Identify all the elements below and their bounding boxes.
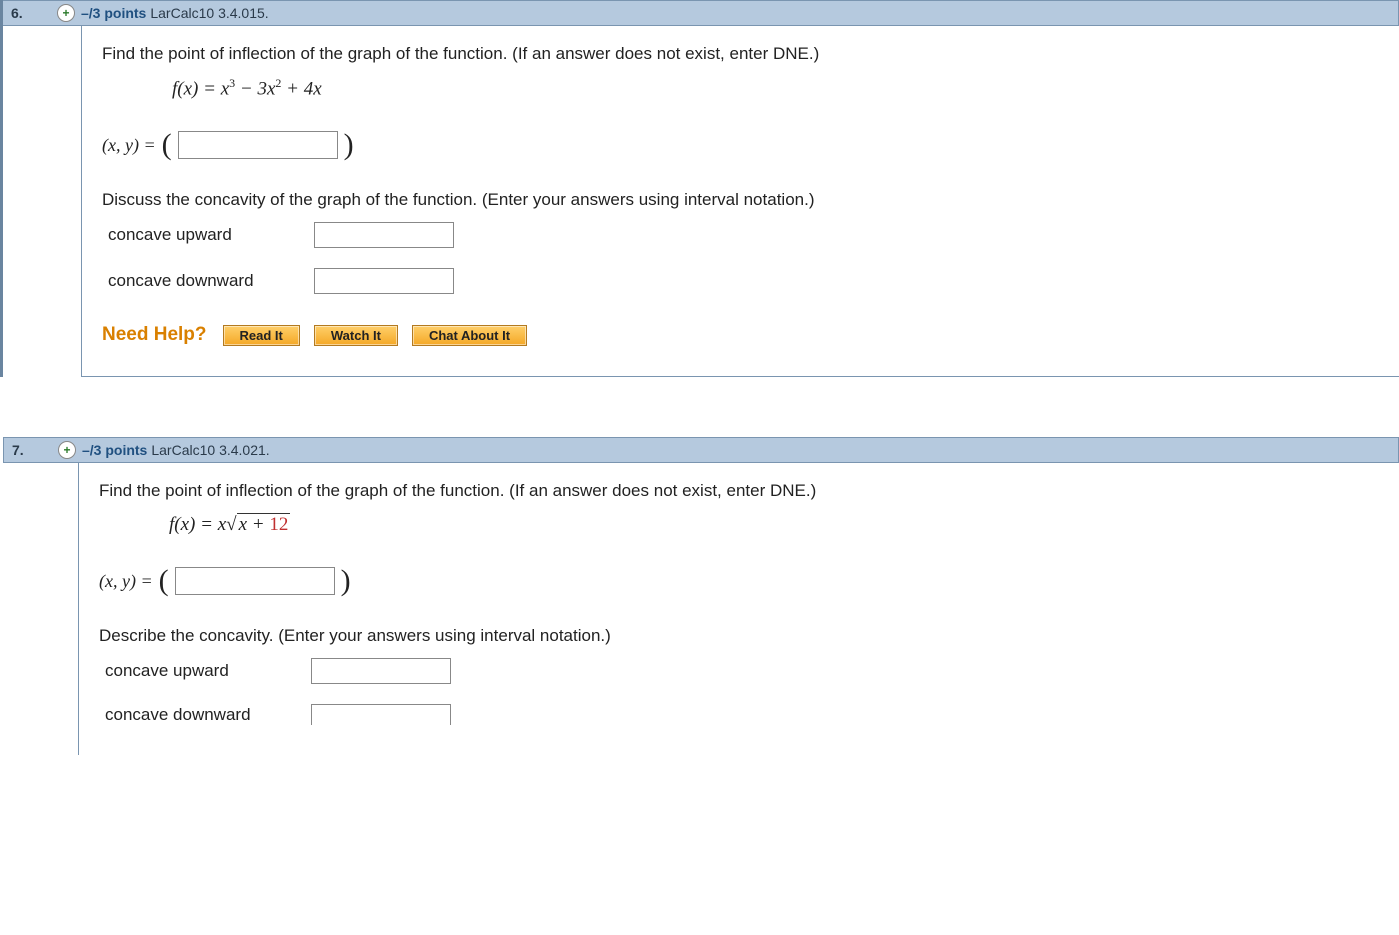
discuss-text: Describe the concavity. (Enter your answ… [99,626,1379,646]
chat-about-it-button[interactable]: Chat About It [412,325,527,346]
help-bar: Need Help? Read It Watch It Chat About I… [102,324,1379,346]
concave-up-row: concave upward [99,658,1379,684]
instruction-text: Find the point of inflection of the grap… [99,481,1379,501]
formula-part: − 3x [235,78,275,99]
watch-it-button[interactable]: Watch It [314,325,398,346]
question-number: 6. [11,5,57,21]
open-paren: ( [162,128,172,162]
formula: f(x) = x√x + 12 [169,513,1379,536]
instruction-text: Find the point of inflection of the grap… [102,44,1379,64]
read-it-button[interactable]: Read It [223,325,300,346]
formula-part: f(x) = x [169,514,226,535]
points-label: –/3 points [82,442,147,458]
concave-down-input[interactable] [311,704,451,725]
concave-down-row: concave downward [102,268,1379,294]
sqrt-constant: 12 [269,514,288,535]
answer-line: (x, y) = ( ) [102,128,1379,162]
answer-line: (x, y) = ( ) [99,564,1379,598]
concave-up-input[interactable] [314,222,454,248]
concave-up-row: concave upward [102,222,1379,248]
question-header[interactable]: 7. + –/3 points LarCalc10 3.4.021. [3,437,1399,463]
inflection-input[interactable] [175,567,335,595]
question-body: Find the point of inflection of the grap… [81,26,1399,377]
help-label: Need Help? [102,324,207,346]
concave-up-label: concave upward [99,661,305,681]
question-header[interactable]: 6. + –/3 points LarCalc10 3.4.015. [3,0,1399,26]
concave-down-label: concave downward [102,271,308,291]
inflection-input[interactable] [178,131,338,159]
close-paren: ) [344,128,354,162]
concave-up-input[interactable] [311,658,451,684]
question-ref: LarCalc10 3.4.015. [150,5,268,21]
expand-icon[interactable]: + [58,441,76,459]
expand-icon[interactable]: + [57,4,75,22]
concave-down-input[interactable] [314,268,454,294]
concave-down-label: concave downward [99,705,305,725]
question-ref: LarCalc10 3.4.021. [151,442,269,458]
formula-part: + 4x [281,78,321,99]
sqrt-inner: x + [239,514,270,535]
concave-up-label: concave upward [102,225,308,245]
discuss-text: Discuss the concavity of the graph of th… [102,190,1379,210]
answer-label: (x, y) = [99,571,153,592]
question-6: 6. + –/3 points LarCalc10 3.4.015. Find … [0,0,1399,377]
question-number: 7. [12,442,58,458]
formula-part: f(x) = x [172,78,229,99]
answer-label: (x, y) = [102,135,156,156]
concavity-block: concave upward concave downward [102,222,1379,294]
question-body: Find the point of inflection of the grap… [78,463,1399,755]
points-label: –/3 points [81,5,146,21]
concavity-block: concave upward concave downward [99,658,1379,725]
close-paren: ) [341,564,351,598]
formula: f(x) = x3 − 3x2 + 4x [172,76,1379,100]
concave-down-row: concave downward [99,704,1379,725]
open-paren: ( [159,564,169,598]
question-7: 7. + –/3 points LarCalc10 3.4.021. Find … [0,437,1399,755]
